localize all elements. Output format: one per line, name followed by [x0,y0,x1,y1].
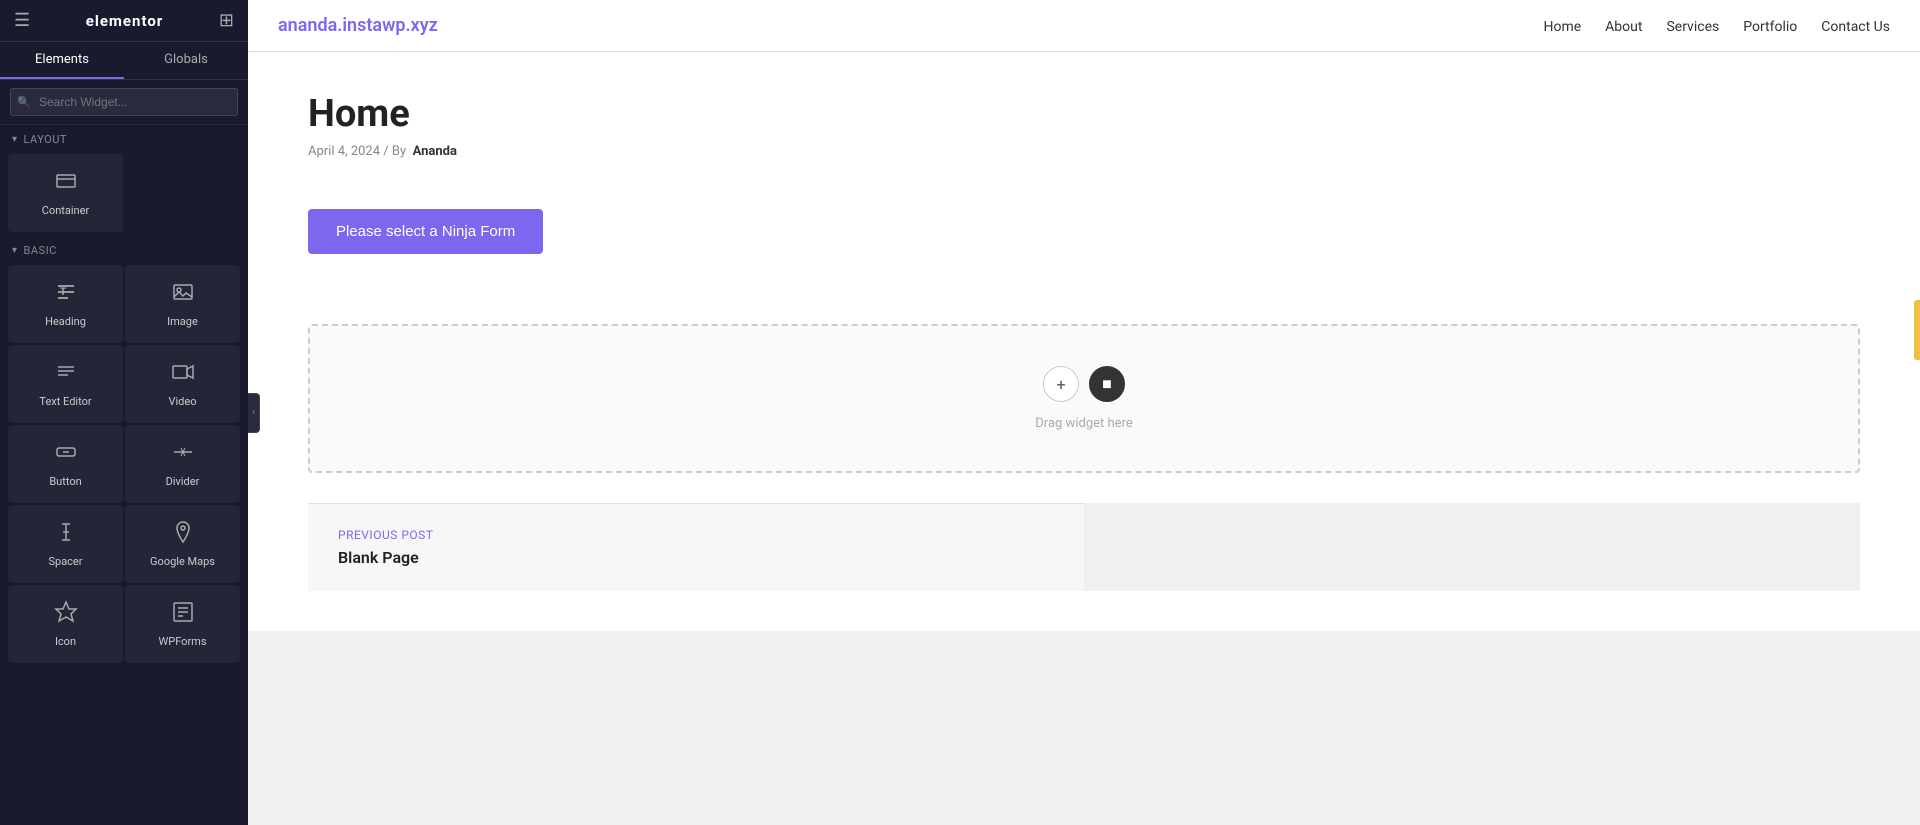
google-maps-icon [171,520,195,549]
meta-separator: / [383,144,392,159]
basic-widget-grid: T Heading Image [0,261,248,667]
sidebar-search-area [0,80,248,125]
widget-icon[interactable]: Icon [8,585,123,663]
nav-home[interactable]: Home [1543,19,1581,35]
divider-icon [171,440,195,469]
template-button[interactable]: ■ [1089,366,1125,402]
nav-about[interactable]: About [1605,19,1642,35]
meta-author: Ananda [413,144,457,159]
page-title: Home [308,92,1860,136]
widget-divider[interactable]: Divider [125,425,240,503]
text-editor-icon [54,360,78,389]
widget-heading-label: Heading [45,315,86,328]
topnav: ananda.instawp.xyz Home About Services P… [248,0,1920,52]
meta-date: April 4, 2024 [308,144,380,159]
sidebar-header: ☰ elementor ⊞ [0,0,248,42]
meta-by: By [392,144,406,159]
widget-google-maps[interactable]: Google Maps [125,505,240,583]
nav-portfolio[interactable]: Portfolio [1743,19,1797,35]
widget-wpforms-label: WPForms [159,635,207,648]
widget-image[interactable]: Image [125,265,240,343]
nav-contact[interactable]: Contact Us [1821,19,1890,35]
widget-text-editor[interactable]: Text Editor [8,345,123,423]
sidebar-collapse-handle[interactable]: ‹ [248,393,260,433]
page-content: Home April 4, 2024 / By Ananda Please se… [248,52,1920,631]
main-content: ananda.instawp.xyz Home About Services P… [248,0,1920,825]
sidebar-wrapper: ☰ elementor ⊞ Elements Globals Layout [0,0,248,825]
container-icon [54,169,78,198]
prev-post-label: PREVIOUS POST [338,528,1054,542]
widget-container-label: Container [42,204,89,217]
layout-widget-grid: Container [0,150,248,236]
video-icon [171,360,195,389]
widget-video[interactable]: Video [125,345,240,423]
layout-section-header[interactable]: Layout [0,125,248,150]
image-icon [171,280,195,309]
ninja-form-button[interactable]: Please select a Ninja Form [308,209,543,254]
wpforms-icon [171,600,195,629]
add-widget-button[interactable]: + [1043,366,1079,402]
nav-services[interactable]: Services [1666,19,1719,35]
elementor-logo: elementor [86,12,164,30]
prev-post-title: Blank Page [338,548,1054,567]
grid-icon[interactable]: ⊞ [219,10,234,31]
heading-icon: T [54,280,78,309]
widget-spacer[interactable]: Spacer [8,505,123,583]
widget-icon-label: Icon [55,635,76,648]
button-icon [54,440,78,469]
search-input[interactable] [10,88,238,116]
icon-icon [54,600,78,629]
hamburger-icon[interactable]: ☰ [14,10,30,31]
sidebar-tabs: Elements Globals [0,42,248,80]
page-meta: April 4, 2024 / By Ananda [308,144,1860,159]
sidebar: ☰ elementor ⊞ Elements Globals Layout [0,0,248,825]
widget-wpforms[interactable]: WPForms [125,585,240,663]
svg-text:T: T [60,287,66,298]
post-navigation: PREVIOUS POST Blank Page [308,503,1860,591]
basic-section-header[interactable]: Basic [0,236,248,261]
nav-links: Home About Services Portfolio Contact Us [1543,16,1890,35]
widget-google-maps-label: Google Maps [150,555,215,568]
drop-zone-buttons: + ■ [1043,366,1125,402]
drop-zone[interactable]: + ■ Drag widget here [308,324,1860,473]
widget-video-label: Video [169,395,197,408]
widget-container[interactable]: Container [8,154,123,232]
widget-button-label: Button [49,475,81,488]
tab-globals[interactable]: Globals [124,42,248,79]
scroll-indicator [1914,300,1920,360]
widget-spacer-label: Spacer [48,555,82,568]
spacer-icon [54,520,78,549]
widget-text-editor-label: Text Editor [39,395,91,408]
widget-divider-label: Divider [166,475,200,488]
widget-heading[interactable]: T Heading [8,265,123,343]
widget-button[interactable]: Button [8,425,123,503]
tab-elements[interactable]: Elements [0,42,124,79]
site-title: ananda.instawp.xyz [278,15,438,36]
widget-image-label: Image [167,315,198,328]
drop-zone-text: Drag widget here [1035,416,1132,431]
next-post-box [1084,503,1860,591]
prev-post-box[interactable]: PREVIOUS POST Blank Page [308,503,1084,591]
